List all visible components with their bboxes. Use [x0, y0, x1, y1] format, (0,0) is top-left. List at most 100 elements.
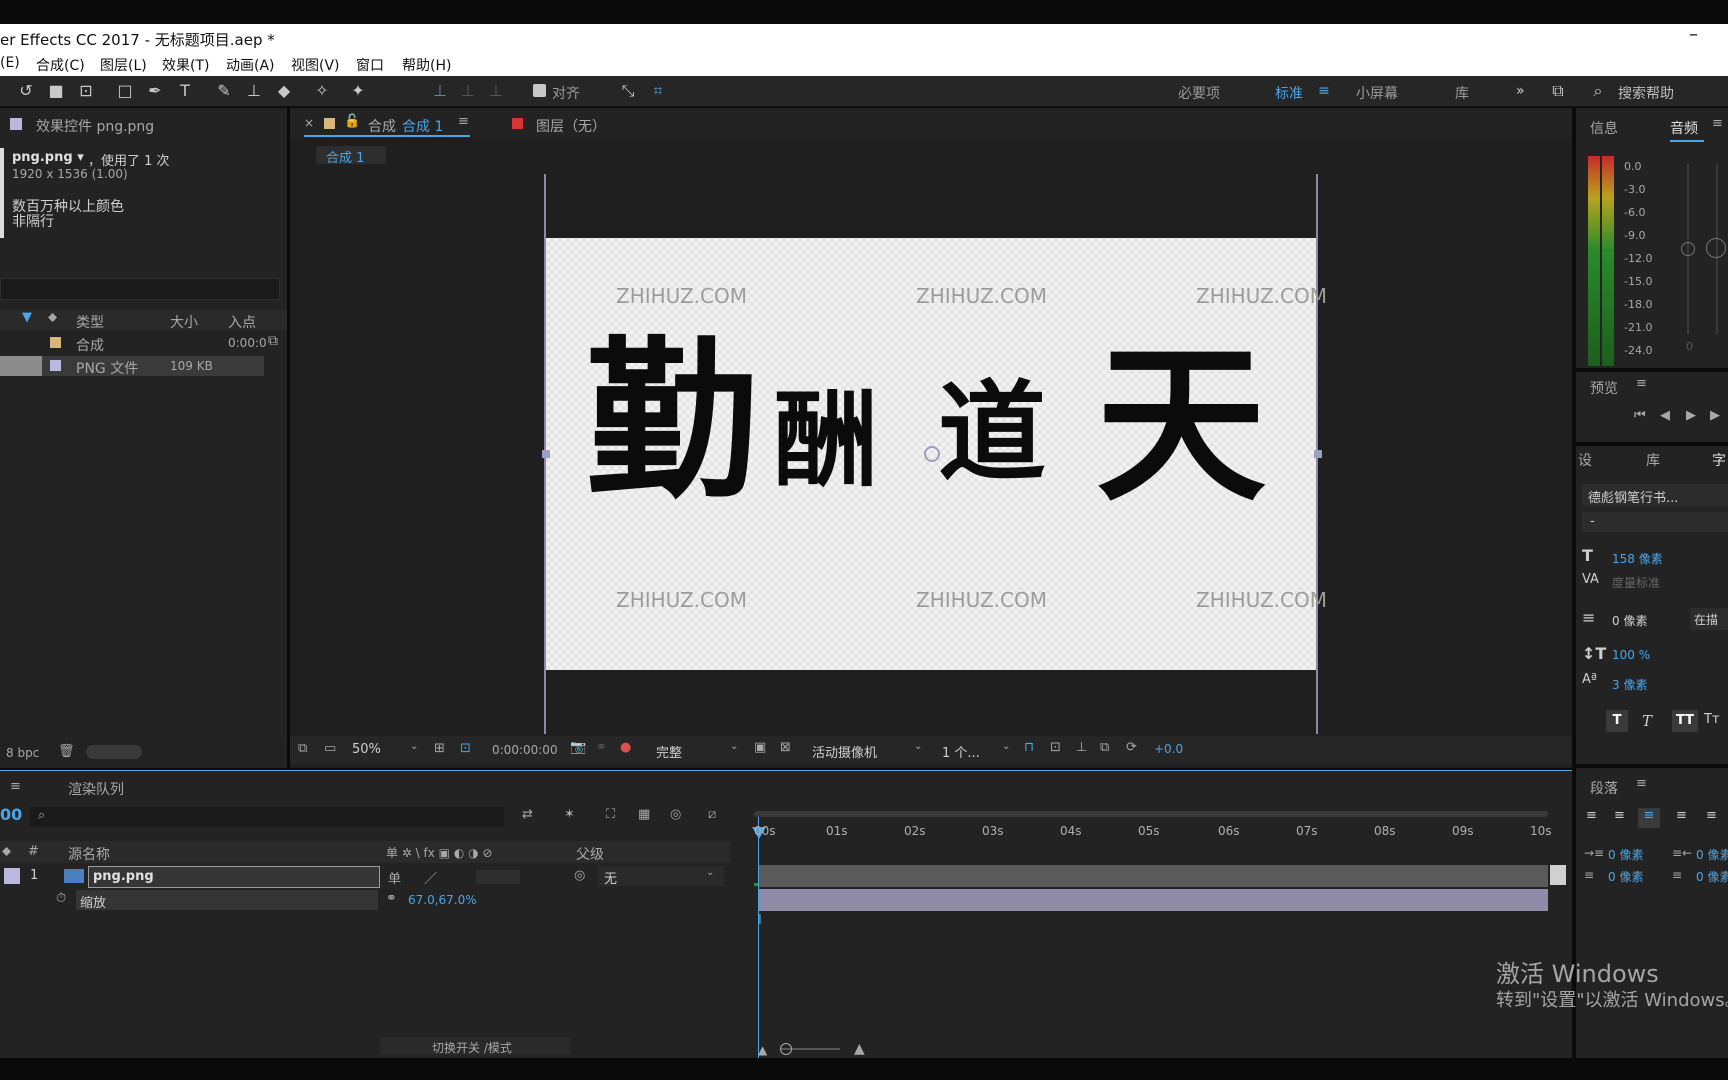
minimize-button[interactable]: – [1689, 24, 1698, 45]
local-axis-icon[interactable]: ⊥ [430, 81, 450, 101]
pen-tool-icon[interactable]: ✒ [145, 81, 165, 101]
stopwatch-icon[interactable]: ⏱ [56, 891, 66, 906]
space-before-value[interactable]: 0 像素 [1608, 868, 1643, 885]
menu-effect[interactable]: 效果(T) [162, 55, 209, 75]
panel-menu-icon[interactable]: ≡ [1712, 116, 1723, 131]
volume-slider-knob[interactable] [1681, 242, 1695, 256]
menu-window[interactable]: 窗口 [356, 55, 384, 75]
layer-duration-bar[interactable] [758, 889, 1548, 911]
property-value[interactable]: 67.0,67.0% [408, 893, 477, 907]
clone-stamp-tool-icon[interactable]: ⊥ [244, 81, 264, 101]
space-after-value[interactable]: 0 像素 [1696, 868, 1728, 885]
col-parent[interactable]: 父级 [576, 844, 604, 864]
world-axis-icon[interactable]: ⊥ [458, 81, 478, 101]
chevron-down-icon[interactable]: ⌄ [914, 741, 922, 752]
layer-row[interactable]: 1 png.png 单 ／ ◎ 无 ⌄ [0, 865, 730, 888]
property-row[interactable]: ⏱ 缩放 ⚭ 67.0,67.0% [0, 889, 730, 911]
zoom-slider-knob[interactable] [780, 1043, 792, 1055]
timeline-icon[interactable]: ⊥ [1076, 740, 1087, 755]
render-queue-tab[interactable]: 渲染队列 [68, 779, 124, 799]
monitor-icon[interactable]: ▭ [324, 741, 336, 756]
current-timecode[interactable]: 0:00:00:00 [492, 743, 558, 757]
indent-right-value[interactable]: 0 像素 [1696, 846, 1728, 863]
align-right-icon[interactable]: ≡ [1638, 808, 1660, 828]
stroke-width-value[interactable]: 0 像素 [1612, 612, 1647, 629]
type-tool-icon[interactable]: T [175, 81, 195, 101]
info-tab[interactable]: 信息 [1590, 118, 1618, 138]
align-left-icon[interactable]: ≡ [1586, 808, 1597, 823]
kerning-value[interactable]: 度量标准 [1612, 574, 1660, 591]
menu-help[interactable]: 帮助(H) [402, 55, 451, 75]
brush-tool-icon[interactable]: ✎ [214, 81, 234, 101]
work-area-bar[interactable] [754, 811, 1548, 817]
justify-left-icon[interactable]: ≡ [1676, 808, 1687, 823]
faux-italic-button[interactable]: T [1642, 712, 1652, 730]
color-channels-icon[interactable]: ● [620, 740, 631, 755]
layer-name-field[interactable]: png.png [88, 866, 380, 888]
close-icon[interactable]: × [304, 116, 314, 130]
character-tab[interactable]: 字 [1712, 450, 1726, 470]
chevron-down-icon[interactable]: ⌄ [410, 741, 418, 752]
next-frame-icon[interactable]: ▶ [1710, 408, 1720, 423]
label-sort-icon[interactable]: ▼ [22, 310, 32, 325]
panel-menu-icon[interactable]: ≡ [1636, 376, 1647, 391]
snap-checkbox[interactable] [533, 84, 546, 97]
play-icon[interactable]: ▶ [1686, 408, 1696, 423]
project-search-input[interactable] [0, 278, 280, 300]
puppet-pin-tool-icon[interactable]: ✦ [348, 81, 368, 101]
camera-select[interactable]: 活动摄像机 [812, 742, 877, 761]
shy-switch-icon[interactable]: 单 [388, 868, 401, 887]
previous-frame-icon[interactable]: ◀ [1660, 408, 1670, 423]
zoom-in-icon[interactable]: ▲ [854, 1041, 865, 1057]
sync-icon[interactable]: ⧉ [1548, 81, 1568, 101]
workspace-small-screen[interactable]: 小屏幕 [1356, 83, 1398, 103]
draft-3d-icon[interactable]: ✶ [564, 807, 575, 822]
col-inpoint[interactable]: 入点 [228, 312, 256, 332]
mask-visibility-icon[interactable]: ⊡ [460, 741, 471, 756]
effect-controls-tab[interactable]: 效果控件 png.png [36, 116, 154, 136]
snapshot-icon[interactable]: 📷 [570, 740, 586, 755]
transform-handle-left[interactable] [542, 450, 550, 458]
views-select[interactable]: 1 个... [942, 742, 980, 761]
comp-marker-bin[interactable] [1550, 865, 1566, 885]
resolution-select[interactable]: 完整 [656, 742, 682, 761]
comp-tab-name[interactable]: 合成 1 [402, 116, 443, 136]
comp-mini-flowchart-icon[interactable]: ⇄ [522, 807, 533, 822]
workspace-menu-icon[interactable]: ≡ [1318, 83, 1330, 99]
zoom-out-icon[interactable]: ▲ [758, 1043, 767, 1057]
layer-viewer-tab[interactable]: 图层（无） [536, 116, 606, 136]
safe-zones-icon[interactable]: ⊞ [434, 741, 445, 756]
zoom-select[interactable]: 50% [352, 742, 381, 757]
motion-blur-icon[interactable]: ◎ [670, 807, 681, 822]
timeline-timecode[interactable]: 00 [0, 805, 22, 824]
col-type[interactable]: 类型 [76, 312, 104, 332]
reset-exposure-icon[interactable]: ⟳ [1126, 740, 1137, 755]
snap-option-icon[interactable]: ⤡ [618, 81, 638, 101]
faux-bold-button[interactable]: T [1606, 710, 1628, 732]
transform-handle-right[interactable] [1314, 450, 1322, 458]
trash-icon[interactable]: 🗑 [58, 744, 75, 759]
panel-menu-icon[interactable]: ≡ [1636, 776, 1647, 791]
exposure-value[interactable]: +0.0 [1154, 742, 1183, 756]
col-size[interactable]: 大小 [170, 312, 198, 332]
graph-editor-icon[interactable]: ⧄ [708, 807, 716, 822]
pick-whip-icon[interactable]: ◎ [574, 868, 585, 883]
font-style-select[interactable]: - [1582, 512, 1728, 532]
align-center-icon[interactable]: ≡ [1614, 808, 1625, 823]
workspace-essentials[interactable]: 必要项 [1178, 83, 1220, 103]
current-time-indicator[interactable] [758, 817, 759, 1059]
baseline-shift-value[interactable]: 3 像素 [1612, 676, 1647, 693]
pan-behind-tool-icon[interactable]: ⊡ [76, 81, 96, 101]
flowchart-icon[interactable]: ⧉ [1100, 740, 1109, 755]
layer-color-label[interactable] [4, 868, 20, 884]
vertical-scale-value[interactable]: 100 % [1612, 648, 1650, 662]
first-frame-icon[interactable]: ⏮ [1634, 408, 1646, 423]
chevron-down-icon[interactable]: ⌄ [1002, 741, 1010, 752]
small-caps-button[interactable]: Tт [1704, 712, 1720, 727]
volume-slider-knob[interactable] [1706, 238, 1726, 258]
chevron-down-icon[interactable]: ⌄ [730, 741, 738, 752]
workspace-standard[interactable]: 标准 [1275, 83, 1303, 103]
frame-blending-icon[interactable]: ▦ [638, 807, 650, 822]
more-workspaces-icon[interactable]: » [1516, 83, 1525, 99]
eraser-tool-icon[interactable]: ◆ [274, 81, 294, 101]
